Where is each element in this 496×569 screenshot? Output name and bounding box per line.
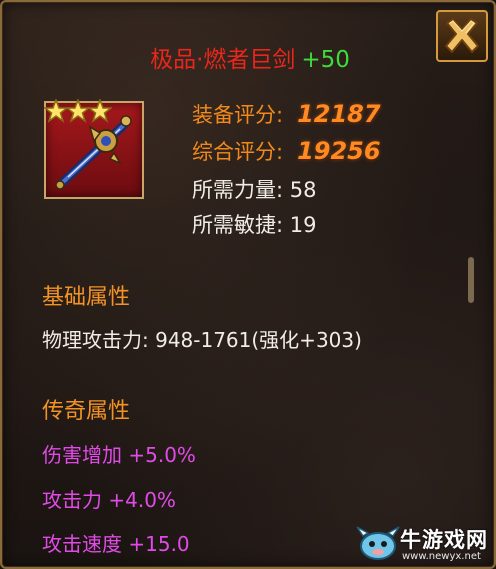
required-agility-row: 所需敏捷: 19 — [192, 209, 317, 239]
legendary-attr: 攻击速度 +15.0 — [42, 532, 190, 556]
total-score-value: 19256 — [297, 137, 381, 165]
item-icon-slot[interactable] — [44, 99, 144, 199]
equip-score-value: 12187 — [297, 100, 381, 128]
star-icon — [88, 99, 112, 123]
legendary-attributes-heading: 传奇属性 — [42, 399, 131, 424]
required-strength-row: 所需力量: 58 — [192, 174, 317, 204]
required-agility-label: 所需敏捷: — [192, 213, 284, 237]
close-x-icon — [445, 18, 479, 53]
legendary-attr: 攻击力 +4.0% — [42, 488, 176, 512]
required-strength-value: 58 — [289, 178, 317, 202]
scrollbar-thumb[interactable] — [468, 257, 474, 303]
item-title: 极品·燃者巨剑 +50 — [2, 40, 496, 74]
basic-attributes-heading: 基础属性 — [42, 285, 131, 310]
legendary-attr: 伤害增加 +5.0% — [42, 443, 196, 467]
required-strength-label: 所需力量: — [192, 178, 284, 202]
item-tooltip-panel: 极品·燃者巨剑 +50 装备评分: 12187 综合评分: 19256 所需力量: — [0, 0, 496, 569]
total-score-row: 综合评分: 19256 — [192, 136, 381, 166]
star-icon — [66, 99, 90, 123]
equip-score-label: 装备评分: — [192, 103, 284, 127]
star-icon — [44, 99, 68, 123]
physical-attack-attr: 物理攻击力: 948-1761(强化+303) — [42, 328, 362, 352]
watermark-mascot-icon — [356, 526, 400, 560]
equip-score-row: 装备评分: 12187 — [192, 99, 381, 129]
close-button[interactable] — [436, 10, 488, 62]
item-name: 极品·燃者巨剑 — [150, 47, 296, 73]
enhance-level: +50 — [301, 47, 350, 73]
required-agility-value: 19 — [289, 213, 317, 237]
total-score-label: 综合评分: — [192, 140, 284, 164]
watermark-url: www.newyx.net — [402, 551, 481, 562]
watermark-text: 牛游戏网 — [400, 528, 488, 552]
